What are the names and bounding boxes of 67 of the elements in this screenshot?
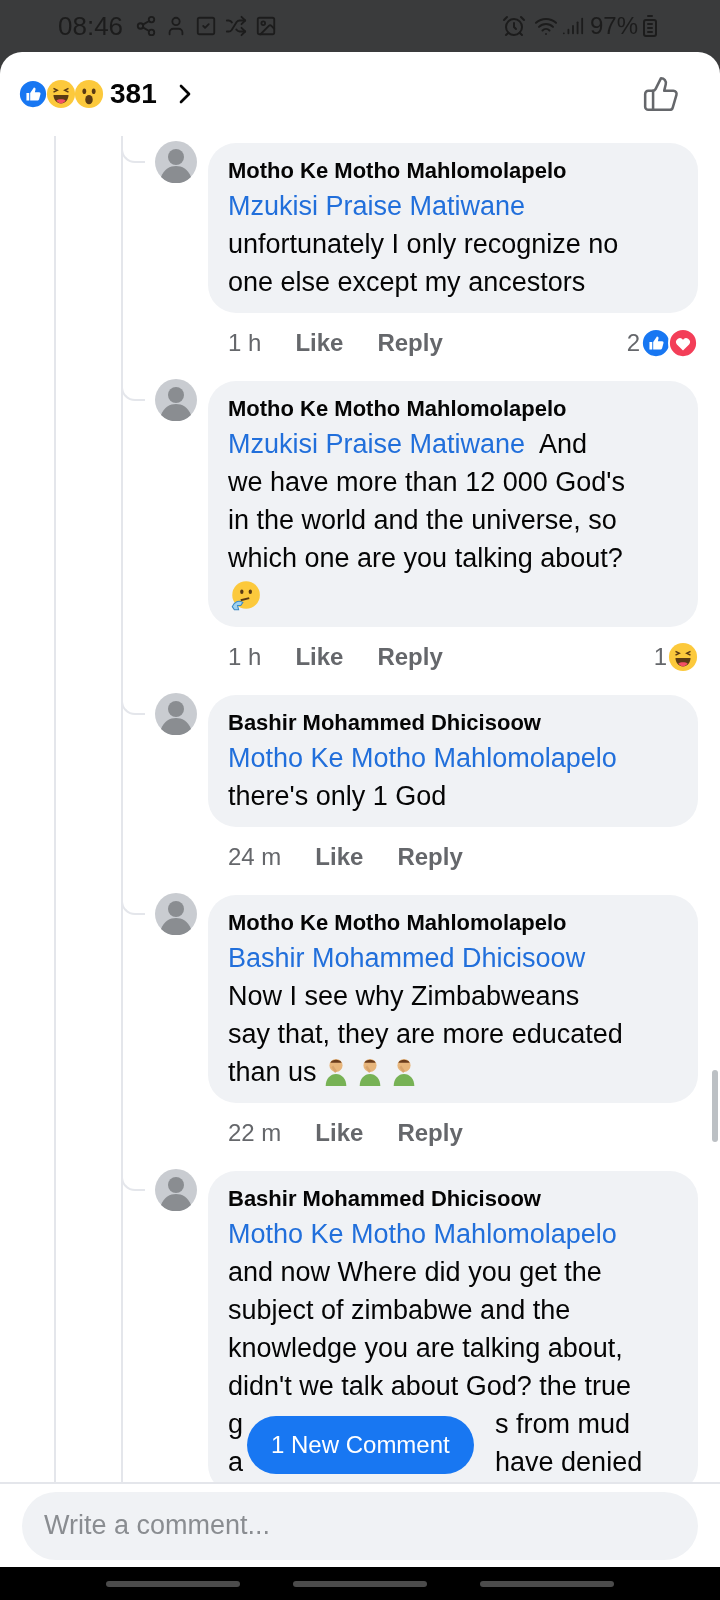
reaction-count[interactable]: 381 bbox=[110, 73, 157, 115]
comment-text: have denied bbox=[495, 1446, 643, 1479]
comment-text: didn't we talk about God? the true bbox=[228, 1370, 631, 1403]
checkbox-icon bbox=[195, 15, 218, 37]
avatar[interactable] bbox=[155, 141, 197, 183]
comment-author[interactable]: Bashir Mohammed Dhicisoow bbox=[228, 1183, 678, 1215]
heart-reaction-icon bbox=[668, 328, 698, 358]
comment-text: one else except my ancestors bbox=[228, 266, 586, 299]
comment-time: 1 h bbox=[228, 642, 262, 672]
comment-text: and now Where did you get the bbox=[228, 1256, 602, 1289]
comment-author[interactable]: Motho Ke Motho Mahlomolapelo bbox=[228, 155, 678, 187]
nav-indicator[interactable] bbox=[479, 1580, 614, 1587]
comment-time: 22 m bbox=[228, 1118, 282, 1148]
comment-author[interactable]: Bashir Mohammed Dhicisoow bbox=[228, 707, 678, 739]
comment-text: there's only 1 God bbox=[228, 780, 447, 813]
comment-text: subject of zimbabwe and the bbox=[228, 1294, 571, 1327]
comment-input[interactable]: Write a comment... bbox=[22, 1491, 698, 1560]
comment-text: a bbox=[228, 1446, 244, 1479]
comment-author[interactable]: Motho Ke Motho Mahlomolapelo bbox=[228, 393, 678, 425]
like-button[interactable]: Like bbox=[315, 839, 364, 875]
nav-indicator[interactable] bbox=[106, 1580, 241, 1587]
reply-button[interactable]: Reply bbox=[377, 639, 443, 675]
reaction-count[interactable]: 2 bbox=[626, 325, 640, 361]
like-reaction-icon bbox=[18, 79, 48, 109]
avatar[interactable] bbox=[155, 893, 197, 935]
laughing-emoji-icon bbox=[46, 79, 76, 109]
alarm-icon bbox=[501, 14, 526, 38]
mention-link[interactable]: Mzukisi Praise Matiwane bbox=[228, 187, 526, 225]
avatar[interactable] bbox=[155, 693, 197, 735]
mention-link[interactable]: Motho Ke Motho Mahlomolapelo bbox=[228, 739, 617, 777]
reply-button[interactable]: Reply bbox=[397, 839, 463, 875]
comment-text: we have more than 12 000 God's bbox=[228, 466, 625, 499]
image-icon bbox=[255, 15, 278, 37]
reply-button[interactable]: Reply bbox=[377, 325, 443, 361]
like-button[interactable]: Like bbox=[295, 639, 344, 675]
comment-text: which one are you talking about? bbox=[228, 542, 623, 575]
comment-text: knowledge you are talking about, bbox=[228, 1332, 623, 1365]
avatar[interactable] bbox=[155, 379, 197, 421]
comment-time: 24 m bbox=[228, 842, 282, 872]
like-button[interactable]: Like bbox=[295, 325, 344, 361]
surprised-emoji-icon bbox=[74, 79, 104, 109]
comment-text: And bbox=[539, 428, 588, 461]
like-icon[interactable] bbox=[642, 75, 680, 113]
like-reaction-icon bbox=[641, 328, 671, 358]
comment-text: unfortunately I only recognize no bbox=[228, 228, 619, 261]
reaction-count[interactable]: 1 bbox=[653, 639, 667, 675]
like-button[interactable]: Like bbox=[315, 1115, 364, 1151]
comment-author[interactable]: Motho Ke Motho Mahlomolapelo bbox=[228, 907, 678, 939]
mention-link[interactable]: Mzukisi Praise Matiwane bbox=[228, 425, 526, 463]
new-comment-button[interactable]: 1 New Comment bbox=[247, 1416, 474, 1474]
comment-text: say that, they are more educated bbox=[228, 1018, 623, 1051]
mention-link[interactable]: Bashir Mohammed Dhicisoow bbox=[228, 939, 586, 977]
comment-time: 1 h bbox=[228, 328, 262, 358]
comment-text: than us bbox=[228, 1056, 317, 1089]
scrollbar bbox=[712, 1070, 718, 1142]
comment-text: in the world and the universe, so bbox=[228, 504, 617, 537]
share-icon bbox=[135, 15, 158, 37]
nav-indicator[interactable] bbox=[293, 1580, 427, 1587]
signal-icon bbox=[561, 15, 584, 37]
reply-button[interactable]: Reply bbox=[397, 1115, 463, 1151]
comment-text: Now I see why Zimbabweans bbox=[228, 980, 580, 1013]
avatar[interactable] bbox=[155, 1169, 197, 1211]
arrows-icon bbox=[225, 15, 248, 37]
comment-text: s from mud bbox=[495, 1408, 631, 1441]
comment-text: g bbox=[228, 1408, 244, 1441]
mention-link[interactable]: Motho Ke Motho Mahlomolapelo bbox=[228, 1215, 617, 1253]
laughing-emoji-icon bbox=[668, 642, 698, 672]
